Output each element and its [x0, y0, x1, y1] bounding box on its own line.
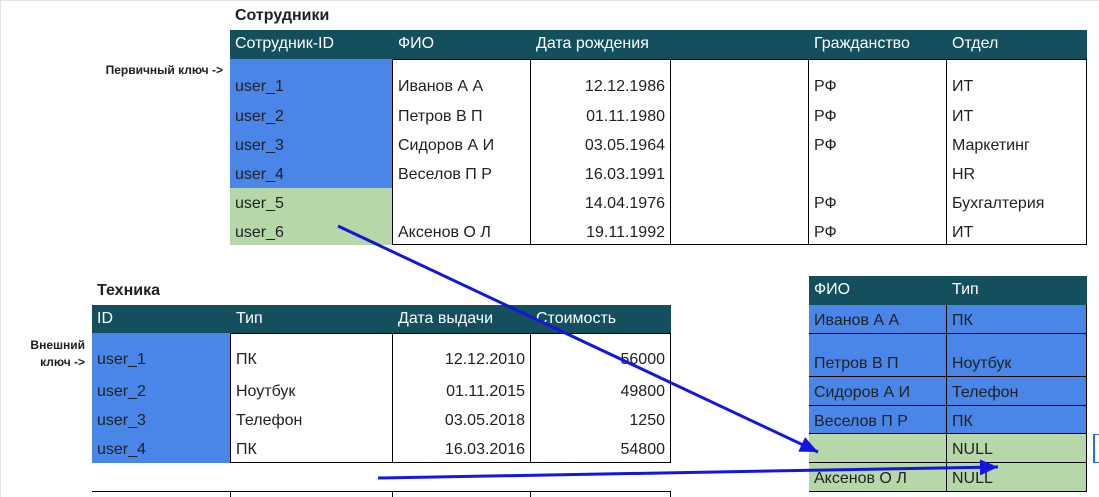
equipment-cell[interactable]: user_2: [92, 376, 231, 405]
employees-header-5: Отдел: [947, 30, 1087, 59]
equipment-cell[interactable]: Ноутбук: [231, 376, 393, 405]
equipment-cell[interactable]: ПК: [231, 333, 393, 376]
employees-cell[interactable]: [671, 59, 809, 101]
employees-cell[interactable]: ИТ: [947, 217, 1087, 245]
result-cell[interactable]: Иванов А А: [809, 305, 947, 334]
employees-cell[interactable]: РФ: [809, 101, 947, 130]
equipment-cell[interactable]: user_4: [92, 434, 231, 463]
equipment-cell[interactable]: user_3: [92, 405, 231, 434]
employees-cell[interactable]: [671, 188, 809, 217]
equipment-cell[interactable]: 01.11.2015: [393, 376, 531, 405]
employees-header-1: ФИО: [393, 30, 531, 59]
employees-header-2: Дата рождения: [531, 30, 671, 59]
employees-cell[interactable]: user_1: [230, 59, 393, 101]
employees-cell[interactable]: 01.11.1980: [531, 101, 671, 130]
employees-cell[interactable]: 19.11.1992: [531, 217, 671, 245]
equipment-cell[interactable]: ПК: [231, 434, 393, 463]
employees-cell[interactable]: ИТ: [947, 59, 1087, 101]
equipment-empty-row: [531, 491, 671, 497]
equipment-cell[interactable]: 54800: [531, 434, 671, 463]
employees-cell[interactable]: [671, 217, 809, 245]
employees-cell[interactable]: 14.04.1976: [531, 188, 671, 217]
employees-cell[interactable]: Петров В П: [393, 101, 531, 130]
equipment-cell[interactable]: user_1: [92, 333, 231, 376]
equipment-table-title: Техника: [97, 282, 160, 299]
equipment-cell[interactable]: 1250: [531, 405, 671, 434]
equipment-cell[interactable]: 03.05.2018: [393, 405, 531, 434]
equipment-header-3: Стоимость: [531, 305, 671, 333]
employees-cell[interactable]: Сидоров А И: [393, 130, 531, 159]
employees-header-0: Сотрудник-ID: [230, 30, 393, 59]
cell-selection-marker: [1093, 434, 1099, 463]
employees-cell[interactable]: HR: [947, 159, 1087, 188]
equipment-cell[interactable]: Телефон: [231, 405, 393, 434]
result-header-1: Тип: [947, 276, 1087, 305]
employees-cell[interactable]: 12.12.1986: [531, 59, 671, 101]
employees-table-title: Сотрудники: [235, 7, 330, 24]
result-cell[interactable]: Сидоров А И: [809, 377, 947, 406]
employees-cell[interactable]: [671, 130, 809, 159]
employees-header-3: [671, 30, 809, 59]
equipment-cell[interactable]: 16.03.2016: [393, 434, 531, 463]
employees-cell[interactable]: Иванов А А: [393, 59, 531, 101]
employees-cell[interactable]: Бухгалтерия: [947, 188, 1087, 217]
employees-header-4: Гражданство: [809, 30, 947, 59]
result-header-0: ФИО: [809, 276, 947, 305]
result-cell[interactable]: Петров В П: [809, 334, 947, 377]
employees-cell[interactable]: РФ: [809, 217, 947, 245]
result-cell[interactable]: Телефон: [947, 377, 1087, 406]
employees-cell[interactable]: Аксенов О Л: [393, 217, 531, 245]
result-cell[interactable]: ПК: [947, 406, 1087, 434]
foreign-key-label: Внешний ключ ->: [30, 338, 85, 369]
employees-cell[interactable]: user_4: [230, 159, 393, 188]
primary-key-label: Первичный ключ ->: [105, 63, 223, 77]
equipment-empty-row: [92, 491, 231, 497]
employees-cell[interactable]: [671, 159, 809, 188]
equipment-cell[interactable]: 12.12.2010: [393, 333, 531, 376]
employees-cell[interactable]: [809, 159, 947, 188]
equipment-cell[interactable]: 56000: [531, 333, 671, 376]
equipment-empty-row: [231, 491, 393, 497]
equipment-header-0: ID: [92, 305, 231, 333]
employees-cell[interactable]: user_6: [230, 217, 393, 245]
employees-cell[interactable]: [671, 101, 809, 130]
employees-cell[interactable]: РФ: [809, 188, 947, 217]
employees-cell[interactable]: Маркетинг: [947, 130, 1087, 159]
equipment-header-2: Дата выдачи: [393, 305, 531, 333]
equipment-cell[interactable]: 49800: [531, 376, 671, 405]
employees-cell[interactable]: user_2: [230, 101, 393, 130]
employees-cell[interactable]: Веселов П Р: [393, 159, 531, 188]
result-cell[interactable]: NULL: [947, 434, 1087, 463]
employees-cell[interactable]: ИТ: [947, 101, 1087, 130]
employees-cell[interactable]: user_5: [230, 188, 393, 217]
result-cell[interactable]: Веселов П Р: [809, 406, 947, 434]
employees-cell[interactable]: РФ: [809, 59, 947, 101]
employees-cell[interactable]: user_3: [230, 130, 393, 159]
result-cell[interactable]: NULL: [947, 463, 1087, 492]
equipment-header-1: Тип: [231, 305, 393, 333]
employees-cell[interactable]: 16.03.1991: [531, 159, 671, 188]
result-cell[interactable]: Аксенов О Л: [809, 463, 947, 492]
employees-cell[interactable]: 03.05.1964: [531, 130, 671, 159]
employees-cell[interactable]: РФ: [809, 130, 947, 159]
equipment-empty-row: [393, 491, 531, 497]
result-cell[interactable]: ПК: [947, 305, 1087, 334]
employees-cell[interactable]: [393, 188, 531, 217]
result-cell[interactable]: Ноутбук: [947, 334, 1087, 377]
result-cell[interactable]: [809, 434, 947, 463]
